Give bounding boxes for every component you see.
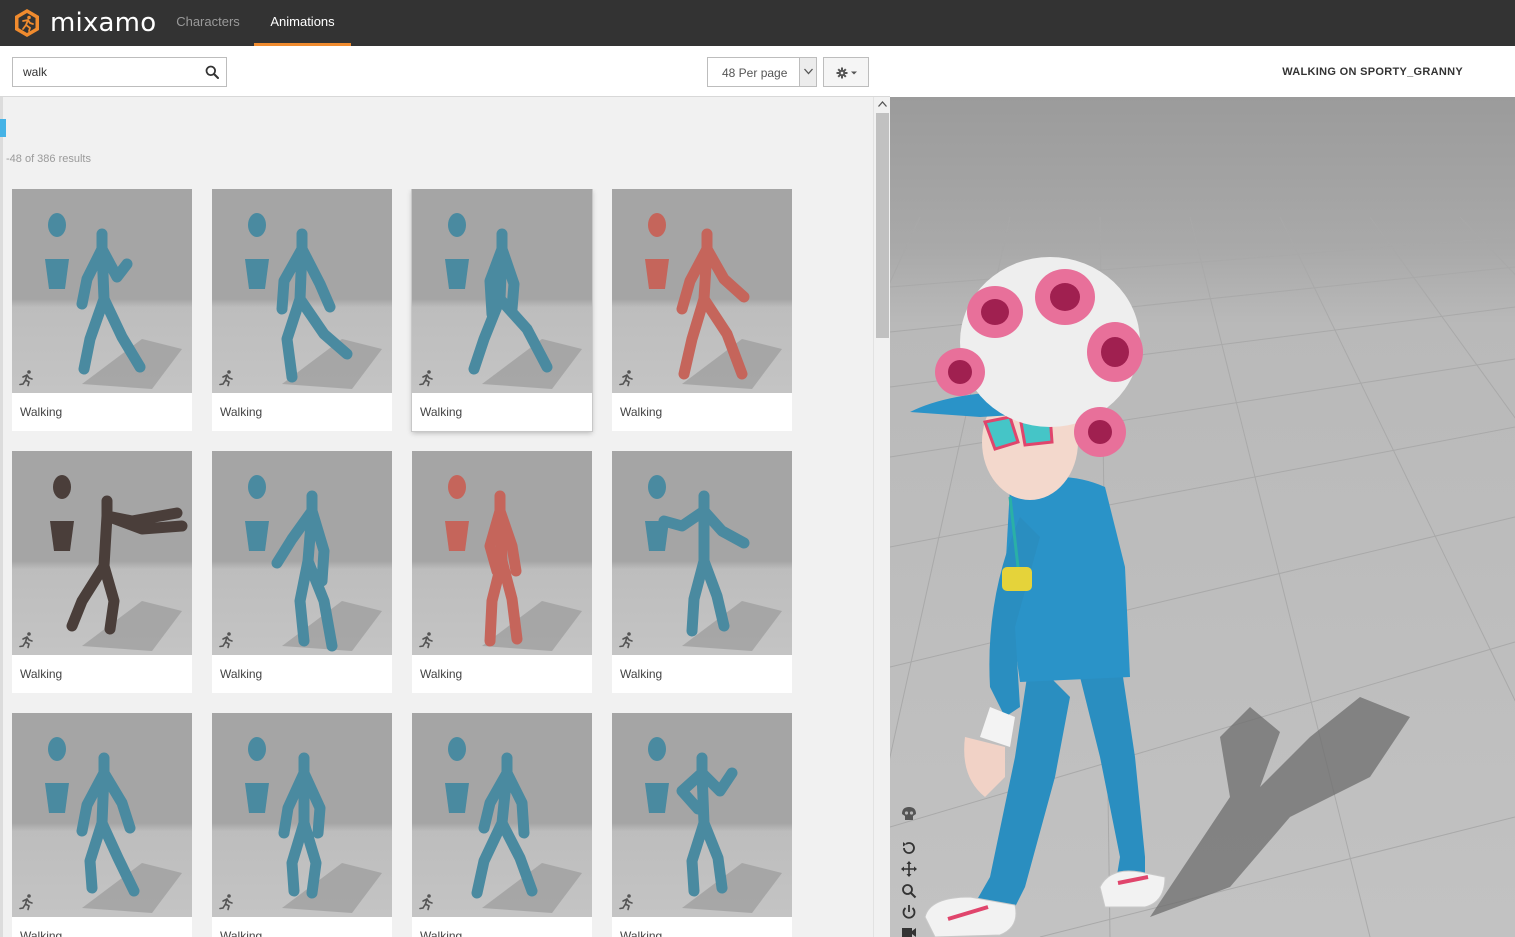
animation-card-label: Walking [20, 929, 63, 937]
animation-card[interactable]: Walking [212, 451, 392, 693]
3d-viewport[interactable] [890, 97, 1515, 937]
settings-button[interactable] [823, 57, 869, 87]
animation-browser: 48 Per page -48 of 386 results WalkingWa… [0, 46, 890, 937]
animation-card-label: Walking [420, 667, 463, 681]
character-figure [245, 737, 382, 913]
camera-icon[interactable] [900, 923, 918, 937]
preview-title: WALKING ON SPORTY_GRANNY [1282, 66, 1463, 78]
power-icon[interactable] [900, 903, 918, 921]
animation-grid: Walking Walking Walking Walking Walking Walki… [12, 189, 802, 937]
tab-characters[interactable]: Characters [168, 0, 248, 46]
viewport-scene [890, 217, 1515, 937]
character-figure [45, 737, 182, 913]
running-man-icon [19, 370, 33, 387]
animation-card[interactable]: Walking [12, 713, 192, 937]
preview-pane: WALKING ON SPORTY_GRANNY [890, 46, 1515, 937]
animation-card[interactable]: Walking [412, 713, 592, 937]
character-figure [445, 475, 582, 651]
running-man-icon [19, 894, 33, 911]
character-figure [50, 475, 188, 651]
per-page-dropdown-button[interactable] [799, 58, 816, 86]
animation-card-label: Walking [220, 667, 263, 681]
animation-card-label: Walking [220, 929, 263, 937]
per-page-select[interactable]: 48 Per page [707, 57, 817, 87]
animation-thumbnail[interactable] [12, 189, 192, 393]
animation-card-label: Walking [20, 405, 63, 419]
animation-card[interactable]: Walking [612, 713, 792, 937]
character-figure [245, 475, 382, 652]
chevron-down-icon [804, 68, 813, 75]
animation-thumbnail[interactable] [612, 451, 792, 655]
mixamo-logo[interactable]: mixamo [12, 6, 156, 40]
animation-thumbnail[interactable] [12, 713, 192, 917]
search-box [12, 57, 227, 87]
animation-thumbnail[interactable] [212, 451, 392, 655]
reset-icon[interactable] [900, 839, 918, 857]
running-man-icon [619, 894, 633, 911]
character-figure [245, 213, 382, 389]
animation-thumbnail[interactable] [612, 713, 792, 917]
running-man-icon [619, 632, 633, 649]
animation-card[interactable]: Walking [612, 451, 792, 693]
browser-toolbar: 48 Per page [0, 46, 890, 97]
running-man-icon [219, 370, 233, 387]
scrollbar[interactable] [873, 97, 890, 937]
running-man-icon [19, 632, 33, 649]
results-count: -48 of 386 results [6, 153, 91, 165]
animation-thumbnail[interactable] [412, 189, 592, 393]
zoom-icon[interactable] [900, 882, 918, 900]
animation-card[interactable]: Walking [612, 189, 792, 431]
preview-header: WALKING ON SPORTY_GRANNY [890, 46, 1515, 97]
animation-card-label: Walking [420, 929, 463, 937]
animation-card-label: Walking [420, 405, 463, 419]
character-figure [645, 213, 782, 389]
per-page-value: 48 Per page [722, 66, 788, 80]
tab-animations[interactable]: Animations [254, 0, 351, 46]
character-figure [445, 737, 582, 913]
search-icon[interactable] [205, 65, 219, 79]
search-input[interactable] [13, 58, 193, 86]
gear-icon [836, 67, 857, 79]
animation-thumbnail[interactable] [412, 451, 592, 655]
animation-thumbnail[interactable] [612, 189, 792, 393]
animation-card[interactable]: Walking [212, 713, 392, 937]
animation-card-label: Walking [20, 667, 63, 681]
scrollbar-thumb[interactable] [876, 113, 889, 338]
character-figure [645, 475, 782, 651]
animation-thumbnail[interactable] [412, 713, 592, 917]
mixamo-wordmark: mixamo [50, 8, 157, 38]
animation-card[interactable]: Walking [212, 189, 392, 431]
character-figure [645, 737, 782, 913]
animation-card[interactable]: Walking [412, 189, 592, 431]
character-figure [445, 213, 582, 389]
character-shadow [1150, 697, 1410, 917]
animation-card-label: Walking [620, 929, 663, 937]
mixamo-logo-icon [15, 9, 39, 37]
running-man-icon [619, 370, 633, 387]
character-figure [45, 213, 182, 389]
pane-edge [0, 97, 3, 937]
running-man-icon [219, 632, 233, 649]
skull-icon[interactable] [900, 805, 918, 823]
animation-card[interactable]: Walking [12, 189, 192, 431]
selection-accent [0, 119, 6, 137]
animation-card[interactable]: Walking [412, 451, 592, 693]
running-man-icon [419, 370, 433, 387]
animation-card-label: Walking [620, 667, 663, 681]
animation-card-label: Walking [620, 405, 663, 419]
top-nav-bar: mixamo Characters Animations [0, 0, 1515, 46]
animation-thumbnail[interactable] [12, 451, 192, 655]
animation-thumbnail[interactable] [212, 713, 392, 917]
scroll-up-icon[interactable] [878, 101, 887, 107]
running-man-icon [419, 894, 433, 911]
running-man-icon [219, 894, 233, 911]
move-icon[interactable] [900, 860, 918, 878]
animation-card[interactable]: Walking [12, 451, 192, 693]
running-man-icon [419, 632, 433, 649]
animation-thumbnail[interactable] [212, 189, 392, 393]
animation-card-label: Walking [220, 405, 263, 419]
